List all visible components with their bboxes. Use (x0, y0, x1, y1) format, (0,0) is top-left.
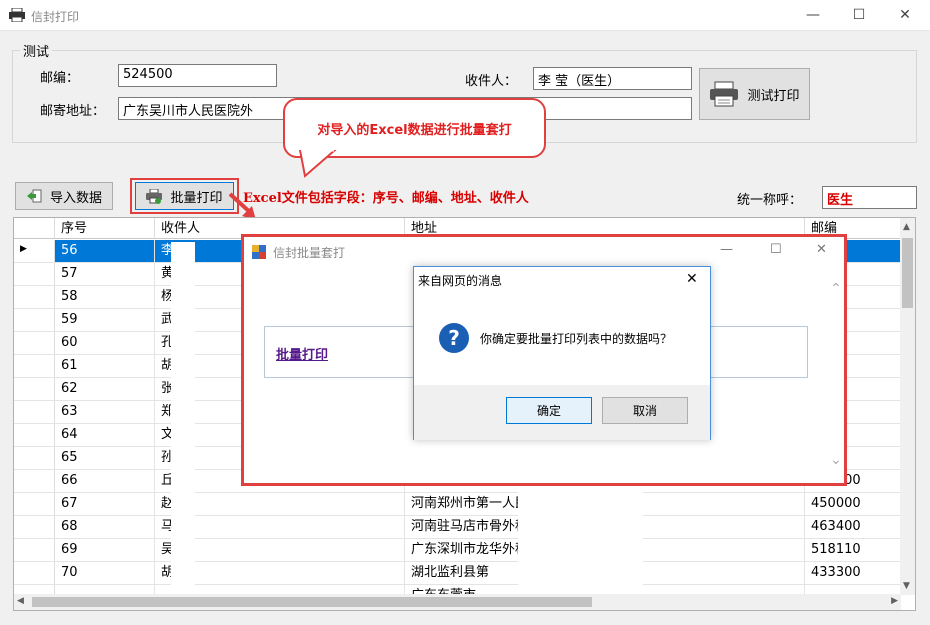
row-header-corner (14, 218, 55, 239)
horizontal-scrollbar[interactable]: ◀ ▶ (14, 594, 901, 610)
close-button[interactable]: ✕ (882, 0, 928, 31)
privacy-mask (518, 492, 643, 602)
table-row[interactable]: 68马 华河南驻马店市骨外科463400 (14, 516, 901, 539)
row-header[interactable] (14, 332, 55, 354)
row-header[interactable] (14, 424, 55, 446)
row-header[interactable] (14, 447, 55, 469)
cell-no[interactable]: 65 (55, 447, 155, 469)
app-window-icon (252, 245, 266, 259)
maximize-button[interactable]: ☐ (836, 0, 882, 31)
inner-minimize-button[interactable]: — (720, 242, 733, 257)
row-header[interactable] (14, 263, 55, 285)
scroll-right-arrow-icon[interactable]: ▶ (891, 596, 898, 606)
current-row-arrow-icon: ▶ (20, 244, 27, 254)
printer-icon (9, 8, 25, 22)
table-row[interactable]: 69吴 岳广东深圳市龙华外科518110 (14, 539, 901, 562)
import-data-button[interactable]: 导入数据 (15, 182, 113, 210)
cell-no[interactable]: 68 (55, 516, 155, 538)
row-header[interactable] (14, 516, 55, 538)
annotation-callout: 对导入的Excel数据进行批量套打 (283, 98, 546, 158)
cancel-button[interactable]: 取消 (602, 397, 688, 424)
privacy-mask (171, 242, 195, 602)
row-header[interactable] (14, 493, 55, 515)
cell-postcode[interactable]: 450000 (805, 493, 901, 515)
inner-scroll-down-icon[interactable]: ⌄ (830, 452, 842, 468)
callout-text: 对导入的Excel数据进行批量套打 (317, 122, 512, 138)
excel-fields-note: Excel文件包括字段：序号、邮编、地址、收件人 (243, 191, 529, 206)
row-header[interactable]: ▶ (14, 240, 55, 262)
inner-maximize-button[interactable]: ☐ (770, 242, 782, 257)
confirm-dialog: 来自网页的消息 ✕ ? 你确定要批量打印列表中的数据吗？ 确定 取消 (413, 266, 711, 440)
salutation-label: 统一称呼： (737, 193, 803, 208)
row-header[interactable] (14, 562, 55, 584)
minimize-button[interactable]: — (790, 0, 836, 31)
cell-no[interactable]: 70 (55, 562, 155, 584)
batch-print-window-title: 信封批量套打 (273, 246, 346, 260)
recipient-input[interactable]: 李 莹（医生） (533, 67, 692, 90)
dialog-title: 来自网页的消息 (418, 274, 503, 288)
cell-no[interactable]: 63 (55, 401, 155, 423)
cell-no[interactable]: 56 (55, 240, 155, 262)
import-icon (26, 189, 42, 203)
row-header[interactable] (14, 355, 55, 377)
cell-no[interactable]: 69 (55, 539, 155, 561)
batch-print-button[interactable]: 批量打印 (135, 182, 234, 210)
column-header-no[interactable]: 序号 (55, 218, 155, 239)
row-header[interactable] (14, 378, 55, 400)
cell-no[interactable]: 66 (55, 470, 155, 492)
scrollbar-thumb[interactable] (902, 238, 913, 308)
window-title: 信封打印 (31, 10, 80, 24)
title-bar: 信封打印 — ☐ ✕ (0, 0, 930, 31)
table-row[interactable]: 70 胡湖北监利县第 433300 (14, 562, 901, 585)
test-print-button[interactable]: 测试打印 (699, 68, 810, 120)
row-header[interactable] (14, 470, 55, 492)
h-scrollbar-thumb[interactable] (32, 597, 592, 607)
cell-no[interactable]: 64 (55, 424, 155, 446)
inner-scroll-up-icon[interactable]: ⌃ (830, 281, 842, 297)
cell-no[interactable]: 58 (55, 286, 155, 308)
postcode-input[interactable]: 524500 (118, 64, 277, 87)
printer-icon (710, 81, 739, 107)
dialog-close-button[interactable]: ✕ (686, 271, 698, 287)
address-label: 邮寄地址： (40, 104, 106, 119)
salutation-input[interactable]: 医生 (822, 186, 917, 209)
callout-tail (298, 150, 337, 178)
cell-no[interactable]: 61 (55, 355, 155, 377)
recipient-label: 收件人： (465, 74, 518, 89)
vertical-scrollbar[interactable]: ▲ ▼ (900, 218, 915, 595)
cell-postcode[interactable]: 463400 (805, 516, 901, 538)
cell-postcode[interactable]: 433300 (805, 562, 901, 584)
ok-button[interactable]: 确定 (506, 397, 592, 424)
table-row[interactable]: 67赵 宾河南郑州市第一人民医院骨外科450000 (14, 493, 901, 516)
row-header[interactable] (14, 309, 55, 331)
cell-no[interactable]: 62 (55, 378, 155, 400)
batch-print-link[interactable]: 批量打印 (276, 344, 328, 363)
cell-postcode[interactable]: 518110 (805, 539, 901, 561)
test-group-title: 测试 (20, 41, 53, 60)
cell-no[interactable]: 67 (55, 493, 155, 515)
scroll-up-arrow-icon[interactable]: ▲ (903, 222, 910, 232)
scroll-down-arrow-icon[interactable]: ▼ (903, 581, 910, 591)
question-icon: ? (439, 323, 469, 353)
postcode-label: 邮编： (40, 71, 80, 86)
scroll-left-arrow-icon[interactable]: ◀ (17, 596, 24, 606)
batch-print-label: 批量打印 (170, 190, 223, 206)
row-header[interactable] (14, 286, 55, 308)
dialog-message: 你确定要批量打印列表中的数据吗？ (480, 332, 673, 346)
cell-no[interactable]: 57 (55, 263, 155, 285)
cell-no[interactable]: 59 (55, 309, 155, 331)
import-data-label: 导入数据 (49, 190, 102, 206)
printer-icon (146, 188, 163, 204)
row-header[interactable] (14, 539, 55, 561)
batch-print-window-titlebar: 信封批量套打 — ☐ ✕ (244, 237, 844, 267)
test-print-label: 测试打印 (747, 88, 800, 104)
cell-no[interactable]: 60 (55, 332, 155, 354)
row-header[interactable] (14, 401, 55, 423)
inner-close-button[interactable]: ✕ (816, 242, 827, 257)
